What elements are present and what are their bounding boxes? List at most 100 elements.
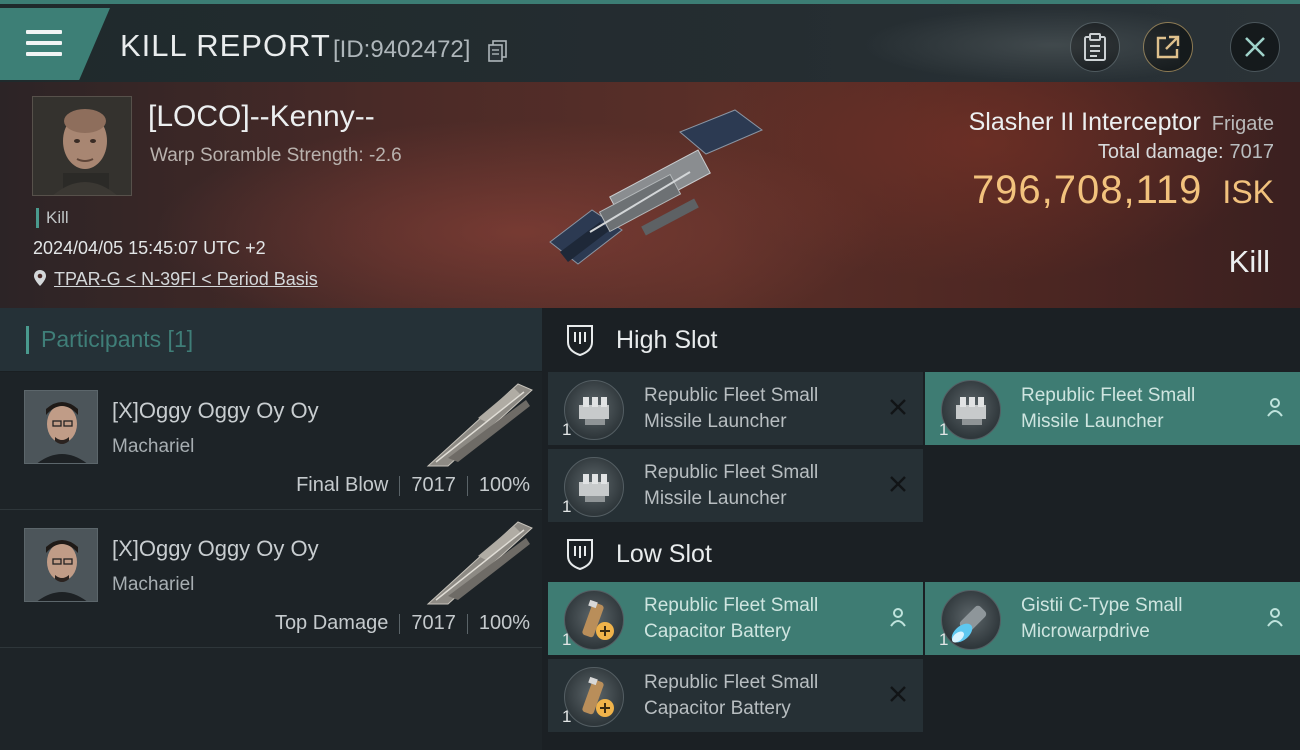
module-name-line2: Capacitor Battery [644,698,791,719]
kill-timestamp: 2024/04/05 15:45:07 UTC +2 [33,238,266,258]
victim-name[interactable]: [LOCO]--Kenny-- [148,100,375,134]
shield-icon [567,325,593,356]
module-item[interactable]: 1 Republic Fleet Small Missile Launcher [925,372,1300,445]
person-icon [1264,396,1286,418]
fitting-panel: High Slot 1 Republic Fleet Small Missile… [546,308,1300,750]
close-icon [1245,37,1265,57]
missile-launcher-icon [564,457,624,517]
module-name-line1: Republic Fleet Small [644,595,819,616]
module-name: Republic Fleet Small Missile Launcher [644,383,874,435]
module-quantity: 1 [562,707,572,726]
person-icon [1264,606,1286,628]
report-id: [ID:9402472] [333,36,471,63]
participant-role: Final Blow [296,474,389,496]
ship-name[interactable]: Slasher II Interceptor [969,108,1201,136]
warp-scramble-strength: Warp Soramble Strength: -2.6 [150,145,402,166]
participant-percent: 100% [478,474,530,496]
module-item[interactable]: 1 Republic Fleet Small Missile Launcher [548,449,923,522]
module-name-line2: Capacitor Battery [644,621,791,642]
low-slot-label: Low Slot [616,539,712,568]
participant-percent: 100% [478,612,530,634]
module-name: Republic Fleet Small Missile Launcher [644,460,874,512]
shield-icon [567,539,593,570]
module-name-line1: Republic Fleet Small [644,462,819,483]
participant-name[interactable]: [X]Oggy Oggy Oy Oy [112,536,319,562]
share-icon [1156,35,1180,59]
capacitor-battery-icon [564,590,624,650]
participants-header-accent [26,325,29,354]
participant-ship-image [426,521,533,605]
participant-damage: 7017 [411,474,456,496]
person-icon [887,606,909,628]
high-slot-label: High Slot [616,325,718,354]
copy-icon[interactable] [488,40,508,62]
participants-header-label: Participants [1] [41,326,194,352]
participant-row[interactable]: [X]Oggy Oggy Oy Oy Machariel Final Blow … [0,372,542,510]
module-item[interactable]: 1 Republic Fleet Small Capacitor Battery [548,582,923,655]
module-item[interactable]: 1 Republic Fleet Small Missile Launcher [548,372,923,445]
total-damage-label: Total damage: [1097,141,1224,163]
module-quantity: 1 [562,497,572,516]
menu-icon [26,30,62,58]
module-item[interactable]: 1 Gistii C-Type Small Microwarpdrive [925,582,1300,655]
low-slot-grid: 1 Republic Fleet Small Capacitor Battery… [546,582,1300,742]
participant-avatar[interactable] [24,390,98,464]
microwarpdrive-icon [941,590,1001,650]
participant-role: Top Damage [274,612,389,634]
high-slot-header: High Slot [546,308,1300,372]
participants-header[interactable]: Participants [1] [0,308,542,372]
missile-launcher-icon [564,380,624,440]
module-quantity: 1 [939,420,949,439]
module-quantity: 1 [939,630,949,649]
share-button[interactable] [1143,22,1193,72]
header-bar: KILL REPORT [ID:9402472] [0,0,1300,82]
participant-stats: Final Blow 7017 100% [296,474,530,497]
ship-summary: Slasher II Interceptor Frigate Total dam… [969,108,1274,213]
module-quantity: 1 [562,630,572,649]
location-pin-icon [34,270,46,286]
victim-ship-image [549,109,763,265]
participant-name[interactable]: [X]Oggy Oggy Oy Oy [112,398,319,424]
menu-button[interactable] [0,8,110,80]
participant-row[interactable]: [X]Oggy Oggy Oy Oy Machariel Top Damage … [0,510,542,648]
x-icon [887,683,909,705]
kill-status: Kill [1228,244,1270,279]
total-damage: Total damage: 7017 [969,141,1274,164]
clipboard-icon [1084,33,1106,61]
page-title: KILL REPORT [120,28,331,63]
isk-value: 796,708,119 [971,168,1203,212]
module-name-line2: Missile Launcher [644,411,787,432]
clipboard-button[interactable] [1070,22,1120,72]
participant-ship: Machariel [112,436,195,457]
victim-portrait[interactable] [32,96,132,196]
module-name-line2: Missile Launcher [1021,411,1164,432]
victim-banner: [LOCO]--Kenny-- Warp Soramble Strength: … [0,82,1300,308]
module-quantity: 1 [562,420,572,439]
module-name: Republic Fleet Small Missile Launcher [1021,383,1251,435]
module-name: Republic Fleet Small Capacitor Battery [644,593,874,645]
module-item[interactable]: 1 Republic Fleet Small Capacitor Battery [548,659,923,732]
module-name: Republic Fleet Small Capacitor Battery [644,670,874,722]
module-name-line2: Missile Launcher [644,488,787,509]
module-name-line2: Microwarpdrive [1021,621,1150,642]
module-name-line1: Gistii C-Type Small [1021,595,1183,616]
module-name-line1: Republic Fleet Small [644,672,819,693]
ship-class: Frigate [1211,113,1274,135]
participant-ship: Machariel [112,574,195,595]
participant-ship-image [426,383,533,467]
victim-portrait-image [33,97,131,195]
participants-panel: Participants [1] [X]Oggy Oggy Oy Oy Mach… [0,308,542,750]
close-button[interactable] [1230,22,1280,72]
module-name-line1: Republic Fleet Small [644,385,819,406]
low-slot-header: Low Slot [546,526,1300,582]
kill-location-link[interactable]: TPAR-G < N-39FI < Period Basis [54,269,318,290]
participant-stats: Top Damage 7017 100% [275,612,530,635]
high-slot-grid: 1 Republic Fleet Small Missile Launcher … [546,372,1300,526]
module-name: Gistii C-Type Small Microwarpdrive [1021,593,1251,645]
x-icon [887,396,909,418]
participant-avatar[interactable] [24,528,98,602]
x-icon [887,473,909,495]
kill-tag: Kill [36,208,69,228]
isk-unit: ISK [1222,174,1274,210]
capacitor-battery-icon [564,667,624,727]
